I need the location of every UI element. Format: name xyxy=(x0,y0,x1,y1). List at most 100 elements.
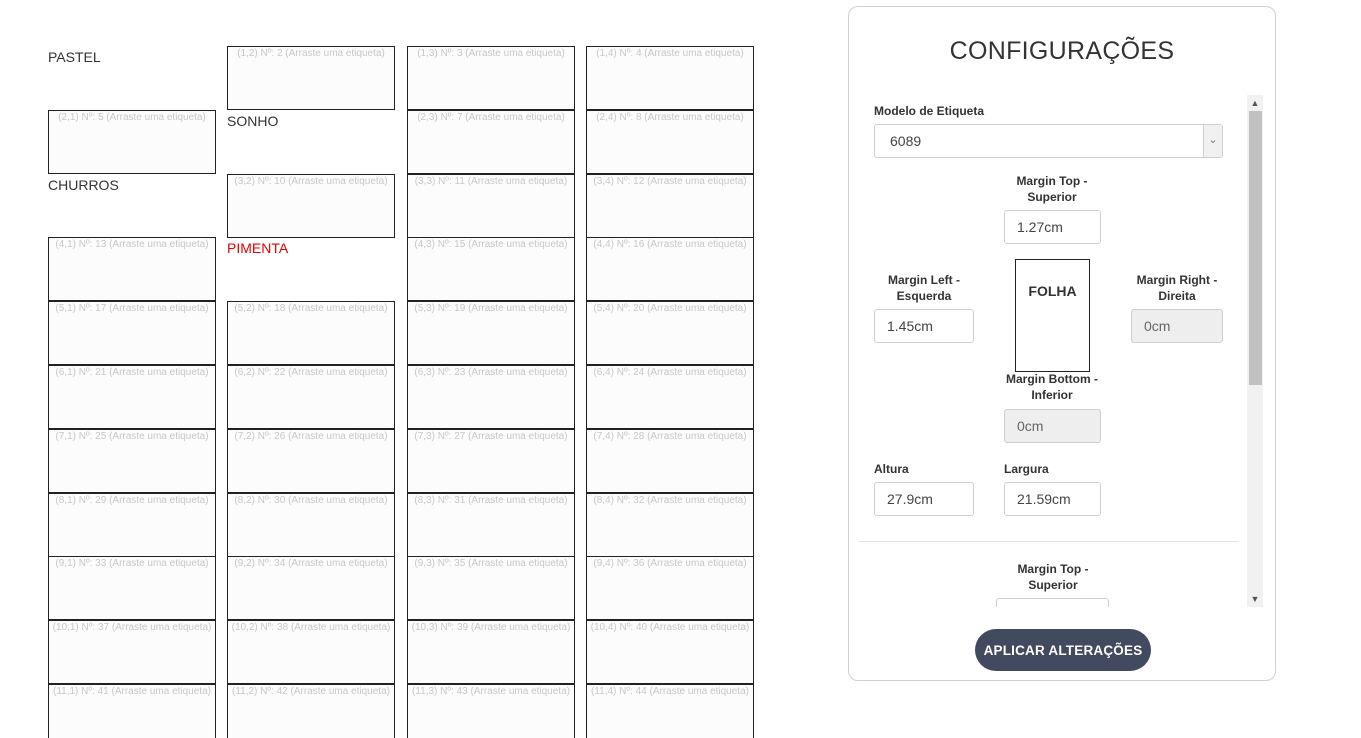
label-slot[interactable]: (11,2) Nº: 42 (Arraste uma etiqueta) xyxy=(227,684,395,738)
triangle-down-icon[interactable]: ▼ xyxy=(1247,591,1263,607)
label-slot[interactable]: (8,2) Nº: 30 (Arraste uma etiqueta) xyxy=(227,493,395,557)
label-slot-placeholder: (9,2) Nº: 34 (Arraste uma etiqueta) xyxy=(234,558,388,569)
placed-label[interactable]: SONHO xyxy=(227,110,395,174)
label-slot[interactable]: (3,3) Nº: 11 (Arraste uma etiqueta) xyxy=(407,174,575,238)
sheet-preview-label: FOLHA xyxy=(1028,283,1077,299)
margin-right-input[interactable] xyxy=(1131,309,1223,343)
margin-bottom-label: Margin Bottom - Inferior xyxy=(1006,372,1098,402)
model-select-value: 6089 xyxy=(890,133,922,149)
label-slot-placeholder: (4,3) Nº: 15 (Arraste uma etiqueta) xyxy=(414,239,568,250)
label-slot[interactable]: (2,3) Nº: 7 (Arraste uma etiqueta) xyxy=(407,110,575,174)
label-slot[interactable]: (3,4) Nº: 12 (Arraste uma etiqueta) xyxy=(586,174,754,238)
label-slot[interactable]: (4,4) Nº: 16 (Arraste uma etiqueta) xyxy=(586,237,754,301)
label-sheet-grid: PASTEL (1,2) Nº: 2 (Arraste uma etiqueta)… xyxy=(48,46,758,738)
label-slot-placeholder: (3,2) Nº: 10 (Arraste uma etiqueta) xyxy=(234,176,388,187)
label-slot[interactable]: (8,4) Nº: 32 (Arraste uma etiqueta) xyxy=(586,493,754,557)
model-label: Modelo de Etiqueta xyxy=(874,104,985,118)
label-slot-placeholder: (1,4) Nº: 4 (Arraste uma etiqueta) xyxy=(596,48,744,59)
model-select[interactable]: 6089 ⌄ xyxy=(874,124,1223,158)
label-slot[interactable]: (4,3) Nº: 15 (Arraste uma etiqueta) xyxy=(407,237,575,301)
placed-label[interactable]: CHURROS xyxy=(48,174,216,238)
width-input[interactable] xyxy=(1004,482,1101,516)
label-margin-top-label: Margin Top - Superior xyxy=(1017,562,1089,592)
width-label: Largura xyxy=(1004,462,1049,476)
label-slot[interactable]: (1,3) Nº: 3 (Arraste uma etiqueta) xyxy=(407,46,575,110)
label-slot[interactable]: (7,1) Nº: 25 (Arraste uma etiqueta) xyxy=(48,429,216,493)
label-slot[interactable]: (5,1) Nº: 17 (Arraste uma etiqueta) xyxy=(48,301,216,365)
label-slot[interactable]: (10,4) Nº: 40 (Arraste uma etiqueta) xyxy=(586,620,754,684)
label-slot-placeholder: (8,3) Nº: 31 (Arraste uma etiqueta) xyxy=(414,495,568,506)
placed-label-text: CHURROS xyxy=(48,177,119,193)
label-slot[interactable]: (8,1) Nº: 29 (Arraste uma etiqueta) xyxy=(48,493,216,557)
label-slot[interactable]: (4,1) Nº: 13 (Arraste uma etiqueta) xyxy=(48,237,216,301)
label-slot-placeholder: (6,4) Nº: 24 (Arraste uma etiqueta) xyxy=(593,367,747,378)
label-slot-placeholder: (10,1) Nº: 37 (Arraste uma etiqueta) xyxy=(52,622,212,633)
margin-top-input[interactable] xyxy=(1004,210,1101,244)
label-slot[interactable]: (10,2) Nº: 38 (Arraste uma etiqueta) xyxy=(227,620,395,684)
label-slot[interactable]: (9,4) Nº: 36 (Arraste uma etiqueta) xyxy=(586,556,754,620)
label-slot-placeholder: (8,2) Nº: 30 (Arraste uma etiqueta) xyxy=(234,495,388,506)
label-slot[interactable]: (1,4) Nº: 4 (Arraste uma etiqueta) xyxy=(586,46,754,110)
label-slot-placeholder: (4,4) Nº: 16 (Arraste uma etiqueta) xyxy=(593,239,747,250)
label-slot[interactable]: (9,2) Nº: 34 (Arraste uma etiqueta) xyxy=(227,556,395,620)
label-slot[interactable]: (9,3) Nº: 35 (Arraste uma etiqueta) xyxy=(407,556,575,620)
label-slot[interactable]: (6,2) Nº: 22 (Arraste uma etiqueta) xyxy=(227,365,395,429)
label-slot-placeholder: (1,2) Nº: 2 (Arraste uma etiqueta) xyxy=(237,48,385,59)
label-slot[interactable]: (6,1) Nº: 21 (Arraste uma etiqueta) xyxy=(48,365,216,429)
label-slot[interactable]: (2,4) Nº: 8 (Arraste uma etiqueta) xyxy=(586,110,754,174)
label-slot-placeholder: (11,4) Nº: 44 (Arraste uma etiqueta) xyxy=(591,686,749,697)
label-slot[interactable]: (5,4) Nº: 20 (Arraste uma etiqueta) xyxy=(586,301,754,365)
placed-label[interactable]: PIMENTA xyxy=(227,237,395,301)
label-slot-placeholder: (10,2) Nº: 38 (Arraste uma etiqueta) xyxy=(231,622,391,633)
label-slot[interactable]: (11,4) Nº: 44 (Arraste uma etiqueta) xyxy=(586,684,754,738)
margin-left-input[interactable] xyxy=(874,309,974,343)
scrollbar-thumb[interactable] xyxy=(1249,111,1262,385)
label-slot-placeholder: (2,1) Nº: 5 (Arraste uma etiqueta) xyxy=(58,112,206,123)
label-slot-placeholder: (9,1) Nº: 33 (Arraste uma etiqueta) xyxy=(55,558,209,569)
label-slot-placeholder: (8,1) Nº: 29 (Arraste uma etiqueta) xyxy=(55,495,209,506)
label-slot[interactable]: (5,2) Nº: 18 (Arraste uma etiqueta) xyxy=(227,301,395,365)
label-slot[interactable]: (9,1) Nº: 33 (Arraste uma etiqueta) xyxy=(48,556,216,620)
label-slot[interactable]: (11,1) Nº: 41 (Arraste uma etiqueta) xyxy=(48,684,216,738)
config-scroll-area[interactable]: Modelo de Etiqueta 6089 ⌄ Margin Top - S… xyxy=(859,95,1264,607)
label-slot[interactable]: (1,2) Nº: 2 (Arraste uma etiqueta) xyxy=(227,46,395,110)
config-scrollbar[interactable]: ▲ ▼ xyxy=(1247,95,1263,607)
label-margin-top-input[interactable] xyxy=(996,598,1109,607)
label-slot-placeholder: (11,3) Nº: 43 (Arraste uma etiqueta) xyxy=(412,686,570,697)
label-slot-placeholder: (5,1) Nº: 17 (Arraste uma etiqueta) xyxy=(55,303,209,314)
label-slot[interactable]: (7,4) Nº: 28 (Arraste uma etiqueta) xyxy=(586,429,754,493)
label-slot[interactable]: (11,3) Nº: 43 (Arraste uma etiqueta) xyxy=(407,684,575,738)
label-slot-placeholder: (10,4) Nº: 40 (Arraste uma etiqueta) xyxy=(590,622,750,633)
margin-bottom-input[interactable] xyxy=(1004,409,1101,443)
margin-top-label: Margin Top - Superior xyxy=(1016,174,1088,204)
label-slot-placeholder: (7,3) Nº: 27 (Arraste uma etiqueta) xyxy=(414,431,568,442)
placed-label[interactable]: PASTEL xyxy=(48,46,216,110)
label-slot[interactable]: (8,3) Nº: 31 (Arraste uma etiqueta) xyxy=(407,493,575,557)
label-slot-placeholder: (4,1) Nº: 13 (Arraste uma etiqueta) xyxy=(55,239,209,250)
label-slot-placeholder: (10,3) Nº: 39 (Arraste uma etiqueta) xyxy=(411,622,571,633)
label-slot-placeholder: (5,4) Nº: 20 (Arraste uma etiqueta) xyxy=(593,303,747,314)
placed-label-text: SONHO xyxy=(227,113,279,129)
label-slot[interactable]: (6,3) Nº: 23 (Arraste uma etiqueta) xyxy=(407,365,575,429)
label-slot-placeholder: (6,2) Nº: 22 (Arraste uma etiqueta) xyxy=(234,367,388,378)
label-slot-placeholder: (6,1) Nº: 21 (Arraste uma etiqueta) xyxy=(55,367,209,378)
height-label: Altura xyxy=(874,462,909,476)
label-slot[interactable]: (7,3) Nº: 27 (Arraste uma etiqueta) xyxy=(407,429,575,493)
height-input[interactable] xyxy=(874,482,974,516)
label-slot-placeholder: (6,3) Nº: 23 (Arraste uma etiqueta) xyxy=(414,367,568,378)
label-slot[interactable]: (2,1) Nº: 5 (Arraste uma etiqueta) xyxy=(48,110,216,174)
margin-left-label: Margin Left - Esquerda xyxy=(888,273,960,303)
label-slot[interactable]: (10,3) Nº: 39 (Arraste uma etiqueta) xyxy=(407,620,575,684)
config-panel: CONFIGURAÇÕES Modelo de Etiqueta 6089 ⌄ … xyxy=(848,6,1276,681)
label-slot[interactable]: (3,2) Nº: 10 (Arraste uma etiqueta) xyxy=(227,174,395,238)
label-slot[interactable]: (7,2) Nº: 26 (Arraste uma etiqueta) xyxy=(227,429,395,493)
label-slot[interactable]: (10,1) Nº: 37 (Arraste uma etiqueta) xyxy=(48,620,216,684)
label-slot[interactable]: (6,4) Nº: 24 (Arraste uma etiqueta) xyxy=(586,365,754,429)
label-slot-placeholder: (3,4) Nº: 12 (Arraste uma etiqueta) xyxy=(593,176,747,187)
label-slot-placeholder: (5,2) Nº: 18 (Arraste uma etiqueta) xyxy=(234,303,388,314)
section-divider xyxy=(859,541,1239,542)
apply-changes-button[interactable]: APLICAR ALTERAÇÕES xyxy=(975,629,1151,671)
label-slot-placeholder: (1,3) Nº: 3 (Arraste uma etiqueta) xyxy=(417,48,565,59)
triangle-up-icon[interactable]: ▲ xyxy=(1247,95,1263,111)
label-slot[interactable]: (5,3) Nº: 19 (Arraste uma etiqueta) xyxy=(407,301,575,365)
